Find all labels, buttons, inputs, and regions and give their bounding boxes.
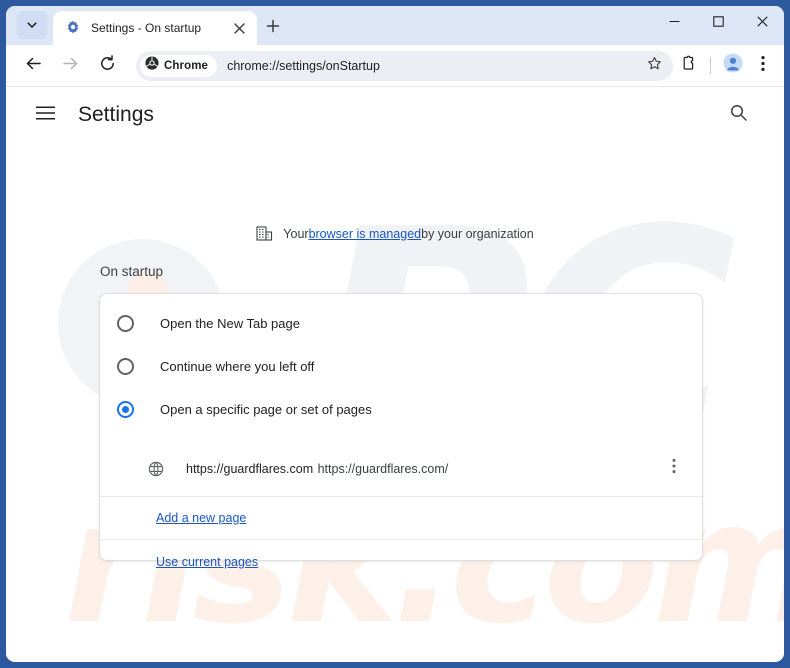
globe-icon <box>148 461 164 477</box>
chrome-chip[interactable]: Chrome <box>140 55 217 77</box>
radio-button[interactable] <box>117 401 134 418</box>
radio-option-specific-pages[interactable]: Open a specific page or set of pages <box>100 388 702 431</box>
close-icon <box>757 14 768 32</box>
browser-window: Settings - On startup <box>6 6 784 662</box>
settings-header: Settings <box>6 87 784 143</box>
hamburger-menu-icon <box>36 106 55 125</box>
profile-button[interactable] <box>718 51 748 81</box>
puzzle-piece-icon <box>680 55 697 77</box>
startup-page-url: https://guardflares.com/ <box>318 462 449 476</box>
radio-option-label: Open the New Tab page <box>160 316 300 331</box>
page-title: Settings <box>78 103 154 127</box>
new-tab-button[interactable] <box>260 15 286 41</box>
chrome-logo-icon <box>145 56 159 75</box>
tab-strip: Settings - On startup <box>6 6 784 45</box>
browser-tab[interactable]: Settings - On startup <box>53 11 257 45</box>
extensions-button[interactable] <box>673 51 703 81</box>
section-label-on-startup: On startup <box>100 264 163 279</box>
startup-page-row: https://guardflares.com https://guardfla… <box>100 441 702 497</box>
radio-option-label: Open a specific page or set of pages <box>160 402 372 417</box>
settings-menu-button[interactable] <box>28 98 62 132</box>
avatar-icon <box>723 53 743 78</box>
chevron-down-icon <box>26 19 38 31</box>
minimize-icon <box>669 14 680 32</box>
add-new-page-link[interactable]: Add a new page <box>156 511 246 525</box>
bookmark-button[interactable] <box>641 53 667 79</box>
radio-option-label: Continue where you left off <box>160 359 314 374</box>
browser-toolbar: Chrome chrome://settings/onStartup <box>6 45 784 87</box>
managed-browser-banner: Your browser is managed by your organiza… <box>6 225 784 242</box>
radio-option-new-tab[interactable]: Open the New Tab page <box>100 302 702 345</box>
star-icon <box>647 56 662 76</box>
reload-icon <box>99 55 116 77</box>
managed-banner-link[interactable]: browser is managed <box>309 227 422 241</box>
tab-title: Settings - On startup <box>91 21 229 35</box>
search-icon <box>730 104 747 126</box>
forward-button[interactable] <box>55 51 85 81</box>
maximize-button[interactable] <box>696 6 740 39</box>
gear-icon <box>65 20 81 36</box>
use-current-pages-row[interactable]: Use current pages <box>100 540 702 583</box>
enterprise-building-icon <box>256 225 273 242</box>
arrow-back-icon <box>25 55 42 77</box>
managed-banner-suffix: by your organization <box>421 227 534 241</box>
use-current-pages-link[interactable]: Use current pages <box>156 555 258 569</box>
on-startup-card: Open the New Tab page Continue where you… <box>99 293 703 561</box>
maximize-icon <box>713 14 724 32</box>
minimize-button[interactable] <box>652 6 696 39</box>
radio-option-continue[interactable]: Continue where you left off <box>100 345 702 388</box>
arrow-forward-icon <box>62 55 79 77</box>
search-settings-button[interactable] <box>722 99 754 131</box>
close-window-button[interactable] <box>740 6 784 39</box>
address-bar[interactable]: Chrome chrome://settings/onStartup <box>136 51 673 81</box>
toolbar-divider <box>710 57 711 74</box>
toolbar-right-actions <box>673 51 784 81</box>
reload-button[interactable] <box>92 51 122 81</box>
plus-icon <box>266 19 280 38</box>
back-button[interactable] <box>18 51 48 81</box>
startup-page-texts: https://guardflares.com https://guardfla… <box>186 460 662 478</box>
chrome-chip-label: Chrome <box>164 60 208 72</box>
radio-button[interactable] <box>117 358 134 375</box>
close-icon[interactable] <box>229 18 249 38</box>
three-dot-menu-icon <box>761 55 765 77</box>
tab-search-button[interactable] <box>17 11 47 39</box>
three-dot-menu-icon <box>672 458 676 479</box>
startup-page-menu-button[interactable] <box>662 457 686 481</box>
managed-banner-prefix: Your <box>283 227 308 241</box>
window-controls <box>652 6 784 39</box>
startup-page-title: https://guardflares.com <box>186 462 313 476</box>
settings-page: PC risk.com Settings <box>6 87 784 660</box>
add-new-page-row[interactable]: Add a new page <box>100 497 702 540</box>
radio-button[interactable] <box>117 315 134 332</box>
browser-menu-button[interactable] <box>748 51 778 81</box>
url-text[interactable]: chrome://settings/onStartup <box>227 59 641 73</box>
